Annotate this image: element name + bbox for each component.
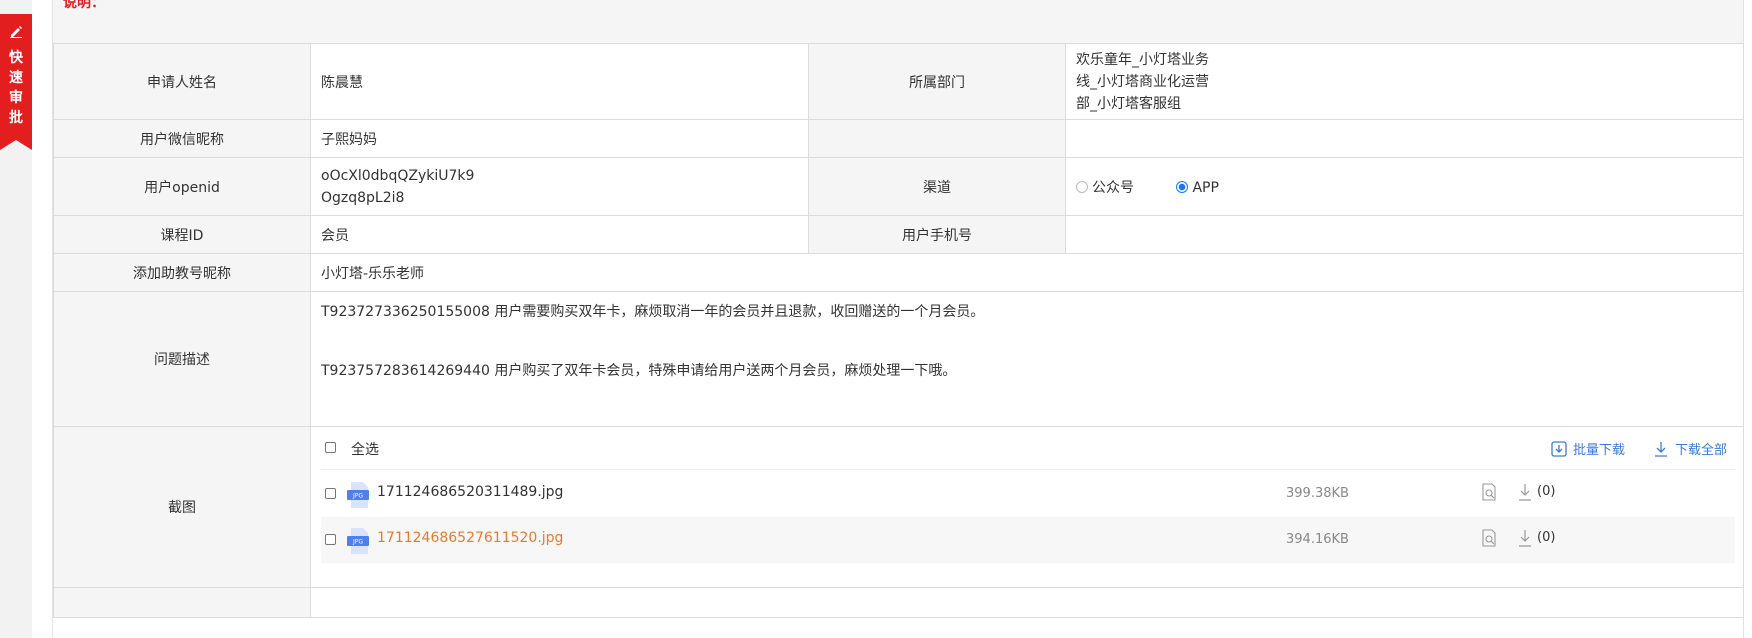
applicant-name-value: 陈晨慧 [310,43,809,120]
download-count: (0) [1537,484,1556,499]
file-checkbox[interactable] [325,534,336,545]
openid-line: oOcXl0dbqQZykiU7k9 [321,167,475,184]
phone-value [1065,215,1744,254]
quick-approve-char: 审 [9,90,23,106]
course-id-value: 会员 [310,215,809,254]
applicant-name-label: 申请人姓名 [53,43,311,120]
screenshot-label: 截图 [53,426,311,588]
problem-description-label: 问题描述 [53,291,311,427]
batch-download-icon [1551,440,1567,457]
select-all-checkbox[interactable] [325,442,336,453]
file-size: 394.16KB [1286,532,1349,547]
left-sidebar: 快速审批 [0,0,32,638]
file-checkbox[interactable] [325,488,336,499]
department-value: 欢乐童年_小灯塔业务 线_小灯塔商业化运营 部_小灯塔客服组 [1065,43,1744,120]
problem-line: T923727336250155008 用户需要购买双年卡，麻烦取消一年的会员并… [321,304,985,320]
note-bar: 说明： [53,0,1743,44]
table-row: 课程ID 会员 用户手机号 [53,215,1744,254]
openid-line: Ogzq8pL2i8 [321,189,405,206]
download-icon [1654,441,1667,457]
phone-label: 用户手机号 [808,215,1066,254]
download-count: (0) [1537,530,1556,545]
form-frame: 说明： 申请人姓名 陈晨慧 所属部门 欢乐童年_小灯塔业务 线_小灯塔商业化运营… [52,0,1744,638]
attachment-list: 全选 批量下载 下载全部 JPG 171124686520311489.jpg … [321,427,1735,587]
empty-label-cell [808,119,1066,158]
department-line: 欢乐童年_小灯塔业务 [1076,51,1209,68]
jpg-icon-text: JPG [352,493,363,500]
attachments-cell: 全选 批量下载 下载全部 JPG 171124686520311489.jpg … [310,426,1744,588]
jpg-icon-text: JPG [352,539,363,546]
table-row [53,587,1744,618]
batch-download-link[interactable]: 批量下载 [1551,439,1625,458]
attachment-row: JPG 171124686520311489.jpg 399.38KB (0) [321,471,1735,517]
note-label: 说明： [63,0,105,11]
problem-description-value: T923727336250155008 用户需要购买双年卡，麻烦取消一年的会员并… [310,291,1744,427]
openid-value: oOcXl0dbqQZykiU7k9 Ogzq8pL2i8 [310,157,809,216]
download-all-link[interactable]: 下载全部 [1653,439,1727,458]
file-size: 399.38KB [1286,486,1349,501]
table-row: 申请人姓名 陈晨慧 所属部门 欢乐童年_小灯塔业务 线_小灯塔商业化运营 部_小… [53,43,1744,120]
select-all-label: 全选 [351,442,379,458]
quick-approve-char: 批 [9,110,23,126]
department-line: 线_小灯塔商业化运营 [1076,73,1209,90]
empty-value-cell [1065,119,1744,158]
jpg-file-icon: JPG [347,528,369,554]
problem-line: T923757283614269440 用户购买了双年卡会员，特殊申请给用户送两… [321,363,957,379]
file-name-link[interactable]: 171124686520311489.jpg [377,484,563,500]
radio-label: 公众号 [1092,179,1134,196]
radio-button[interactable] [1076,180,1088,193]
preview-icon[interactable] [1481,483,1497,501]
assistant-nickname-value: 小灯塔-乐乐老师 [310,253,1744,292]
quick-approve-char: 快 [9,50,23,66]
download-icon[interactable] [1517,483,1533,501]
assistant-nickname-label: 添加助教号昵称 [53,253,311,292]
channel-label: 渠道 [808,157,1066,216]
next-row-label [53,587,311,618]
table-row: 截图 全选 批量下载 下载全部 JPG 171124686520311489.j… [53,426,1744,588]
table-row: 用户微信昵称 子熙妈妈 [53,119,1744,158]
preview-icon[interactable] [1481,529,1497,547]
course-id-label: 课程ID [53,215,311,254]
quick-approve-char: 速 [9,70,23,86]
request-form-table: 申请人姓名 陈晨慧 所属部门 欢乐童年_小灯塔业务 线_小灯塔商业化运营 部_小… [53,43,1744,618]
table-row: 用户openid oOcXl0dbqQZykiU7k9 Ogzq8pL2i8 渠… [53,157,1744,216]
ribbon-tail [0,140,32,150]
department-label: 所属部门 [808,43,1066,120]
download-all-label: 下载全部 [1674,443,1727,458]
channel-option-app[interactable]: APP [1176,179,1219,196]
file-name-link[interactable]: 171124686527611520.jpg [377,530,563,546]
radio-button-selected[interactable] [1176,180,1189,193]
jpg-file-icon: JPG [347,482,369,508]
openid-label: 用户openid [53,157,311,216]
channel-option-official-account[interactable]: 公众号 [1076,177,1134,197]
channel-radio-group: 公众号 APP [1065,157,1744,216]
next-row-value [310,587,1744,618]
attachment-row: JPG 171124686527611520.jpg 394.16KB (0) [321,517,1735,563]
table-row: 添加助教号昵称 小灯塔-乐乐老师 [53,253,1744,292]
wechat-nickname-value: 子熙妈妈 [310,119,809,158]
radio-label: APP [1192,179,1219,196]
department-line: 部_小灯塔客服组 [1076,95,1181,112]
table-row: 问题描述 T923727336250155008 用户需要购买双年卡，麻烦取消一… [53,291,1744,427]
batch-download-label: 批量下载 [1572,443,1625,458]
wechat-nickname-label: 用户微信昵称 [53,119,311,158]
quick-approve-label: 快速审批 [0,48,32,128]
edit-icon [10,26,22,38]
quick-approve-button[interactable]: 快速审批 [0,14,32,150]
download-icon[interactable] [1517,529,1533,547]
attachment-header: 全选 批量下载 下载全部 [321,427,1735,470]
